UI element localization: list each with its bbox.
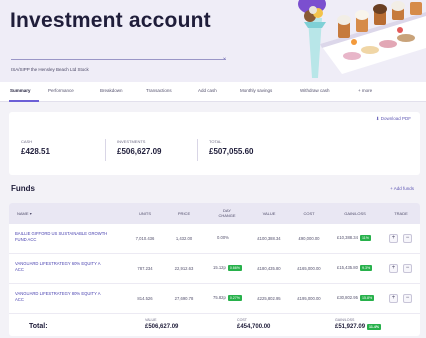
units-cell: 814.526: [137, 296, 153, 301]
day-change-cell: 75.82p 0.27%: [213, 295, 243, 301]
tab-add-cash[interactable]: Add cash: [198, 88, 217, 93]
tab-transactions[interactable]: Transactions: [146, 88, 172, 93]
tab-more[interactable]: + more: [358, 88, 372, 93]
download-pdf-button[interactable]: ⬇ Download PDF: [376, 116, 411, 122]
value-cell: £180,435.80: [257, 266, 281, 271]
gain-badge: 15.8%: [359, 295, 375, 301]
gain-loss-cell: £10,388.34 11%: [337, 235, 371, 241]
account-selector-underline: [11, 59, 226, 60]
column-header-cost: Cost: [303, 211, 315, 216]
day-change-badge: 0.27%: [227, 295, 243, 301]
column-header-value: Value: [262, 211, 276, 216]
column-header-trade: Trade: [394, 211, 408, 216]
sell-button[interactable]: −: [403, 294, 412, 303]
price-cell: 1,432.00: [175, 236, 193, 241]
account-tabs: Summary Performance Breakdown Transactio…: [0, 82, 426, 102]
total-cost-label: Cost: [237, 318, 247, 322]
total-gain: Gain/Loss £51,927.09 11.4%: [335, 318, 382, 330]
table-row: Vanguard LifeStrategy 80% Equity A Acc 8…: [9, 284, 420, 314]
buy-button[interactable]: +: [389, 294, 398, 303]
gain-badge: 11.4%: [367, 324, 382, 330]
table-row: Vanguard LifeStrategy 60% Equity A Acc 7…: [9, 254, 420, 284]
day-change-cell: 0.00%: [217, 235, 229, 240]
download-pdf-label: Download PDF: [380, 116, 411, 121]
units-cell: 7,010.436: [135, 236, 155, 241]
fund-link[interactable]: Vanguard LifeStrategy 60% Equity A Acc: [15, 261, 110, 273]
total-value: £507,055.60: [209, 147, 254, 156]
funds-heading: Funds: [11, 184, 35, 193]
investments-stat: Investments £506,627.09: [117, 139, 162, 156]
sell-button[interactable]: −: [403, 234, 412, 243]
gain-loss-cell: £30,802.95 15.8%: [337, 295, 375, 301]
total-row-label: Total:: [29, 323, 48, 330]
cost-cell: £195,000.00: [297, 296, 321, 301]
gain-loss-cell: £15,435.80 9.3%: [337, 265, 373, 271]
column-header-day-change: Day change: [218, 208, 236, 218]
day-change-cell: 15.12p 0.66%: [213, 265, 243, 271]
total-label: Total: [209, 139, 222, 144]
total-cost: Cost £454,700.00: [237, 318, 270, 330]
units-cell: 787.234: [137, 266, 153, 271]
buy-button[interactable]: +: [389, 264, 398, 273]
page-header: Investment account ⌄ ISA/SIPP the Hensle…: [0, 0, 426, 82]
tab-withdraw-cash[interactable]: Withdraw cash: [300, 88, 330, 93]
divider: [105, 139, 106, 161]
price-cell: 22,912.63: [174, 266, 194, 271]
investments-label: Investments: [117, 139, 146, 144]
fund-link[interactable]: Vanguard LifeStrategy 80% Equity A Acc: [15, 291, 110, 303]
table-header: Name ▾ Units Price Day change Value Cost…: [9, 203, 420, 224]
total-stat: Total £507,055.60: [209, 139, 254, 156]
day-change-badge: 0.66%: [227, 265, 243, 271]
tab-summary[interactable]: Summary: [10, 88, 31, 93]
cash-stat: Cash £428.51: [21, 139, 50, 156]
hero-illustration: [282, 0, 426, 82]
total-value: Value £506,627.09: [145, 318, 178, 330]
cost-cell: £165,000.00: [297, 266, 321, 271]
sort-icon: ▾: [29, 211, 32, 216]
gain-badge: 9.3%: [359, 265, 373, 271]
funds-table: Name ▾ Units Price Day change Value Cost…: [9, 203, 420, 336]
cash-value: £428.51: [21, 147, 50, 156]
page-title: Investment account: [10, 9, 211, 32]
total-value-label: Value: [145, 318, 157, 322]
active-tab-indicator: [9, 100, 39, 102]
tab-monthly-savings[interactable]: Monthly savings: [240, 88, 272, 93]
divider: [197, 139, 198, 161]
cost-cell: £90,000.00: [298, 236, 320, 241]
account-subtitle: ISA/SIPP the Hensley Beach Ltd Stock: [11, 67, 89, 72]
value-cell: £225,802.95: [257, 296, 281, 301]
total-row: Total: Value £506,627.09 Cost £454,700.0…: [9, 314, 420, 336]
total-gain-label: Gain/Loss: [335, 318, 355, 322]
investments-value: £506,627.09: [117, 147, 162, 156]
cash-label: Cash: [21, 139, 33, 144]
tab-breakdown[interactable]: Breakdown: [100, 88, 123, 93]
account-summary-card: ⬇ Download PDF Cash £428.51 Investments …: [9, 112, 420, 175]
fund-link[interactable]: Baillie Gifford US Sustainable Growth Fu…: [15, 231, 110, 243]
tab-performance[interactable]: Performance: [48, 88, 74, 93]
add-funds-button[interactable]: + Add funds: [390, 186, 414, 191]
sell-button[interactable]: −: [403, 264, 412, 273]
table-row: Baillie Gifford US Sustainable Growth Fu…: [9, 224, 420, 254]
chevron-down-icon[interactable]: ⌄: [222, 54, 227, 61]
price-cell: 27,690.78: [174, 296, 194, 301]
column-header-price: Price: [177, 211, 191, 216]
column-header-units: Units: [139, 211, 151, 216]
column-header-name[interactable]: Name ▾: [17, 211, 32, 216]
total-gain-amount: £51,927.09 11.4%: [335, 324, 382, 330]
gain-badge: 11%: [359, 235, 371, 241]
value-cell: £100,388.34: [257, 236, 281, 241]
total-cost-amount: £454,700.00: [237, 324, 271, 330]
buy-button[interactable]: +: [389, 234, 398, 243]
total-value-amount: £506,627.09: [145, 324, 179, 330]
column-header-gain-loss: Gain/Loss: [344, 211, 366, 216]
